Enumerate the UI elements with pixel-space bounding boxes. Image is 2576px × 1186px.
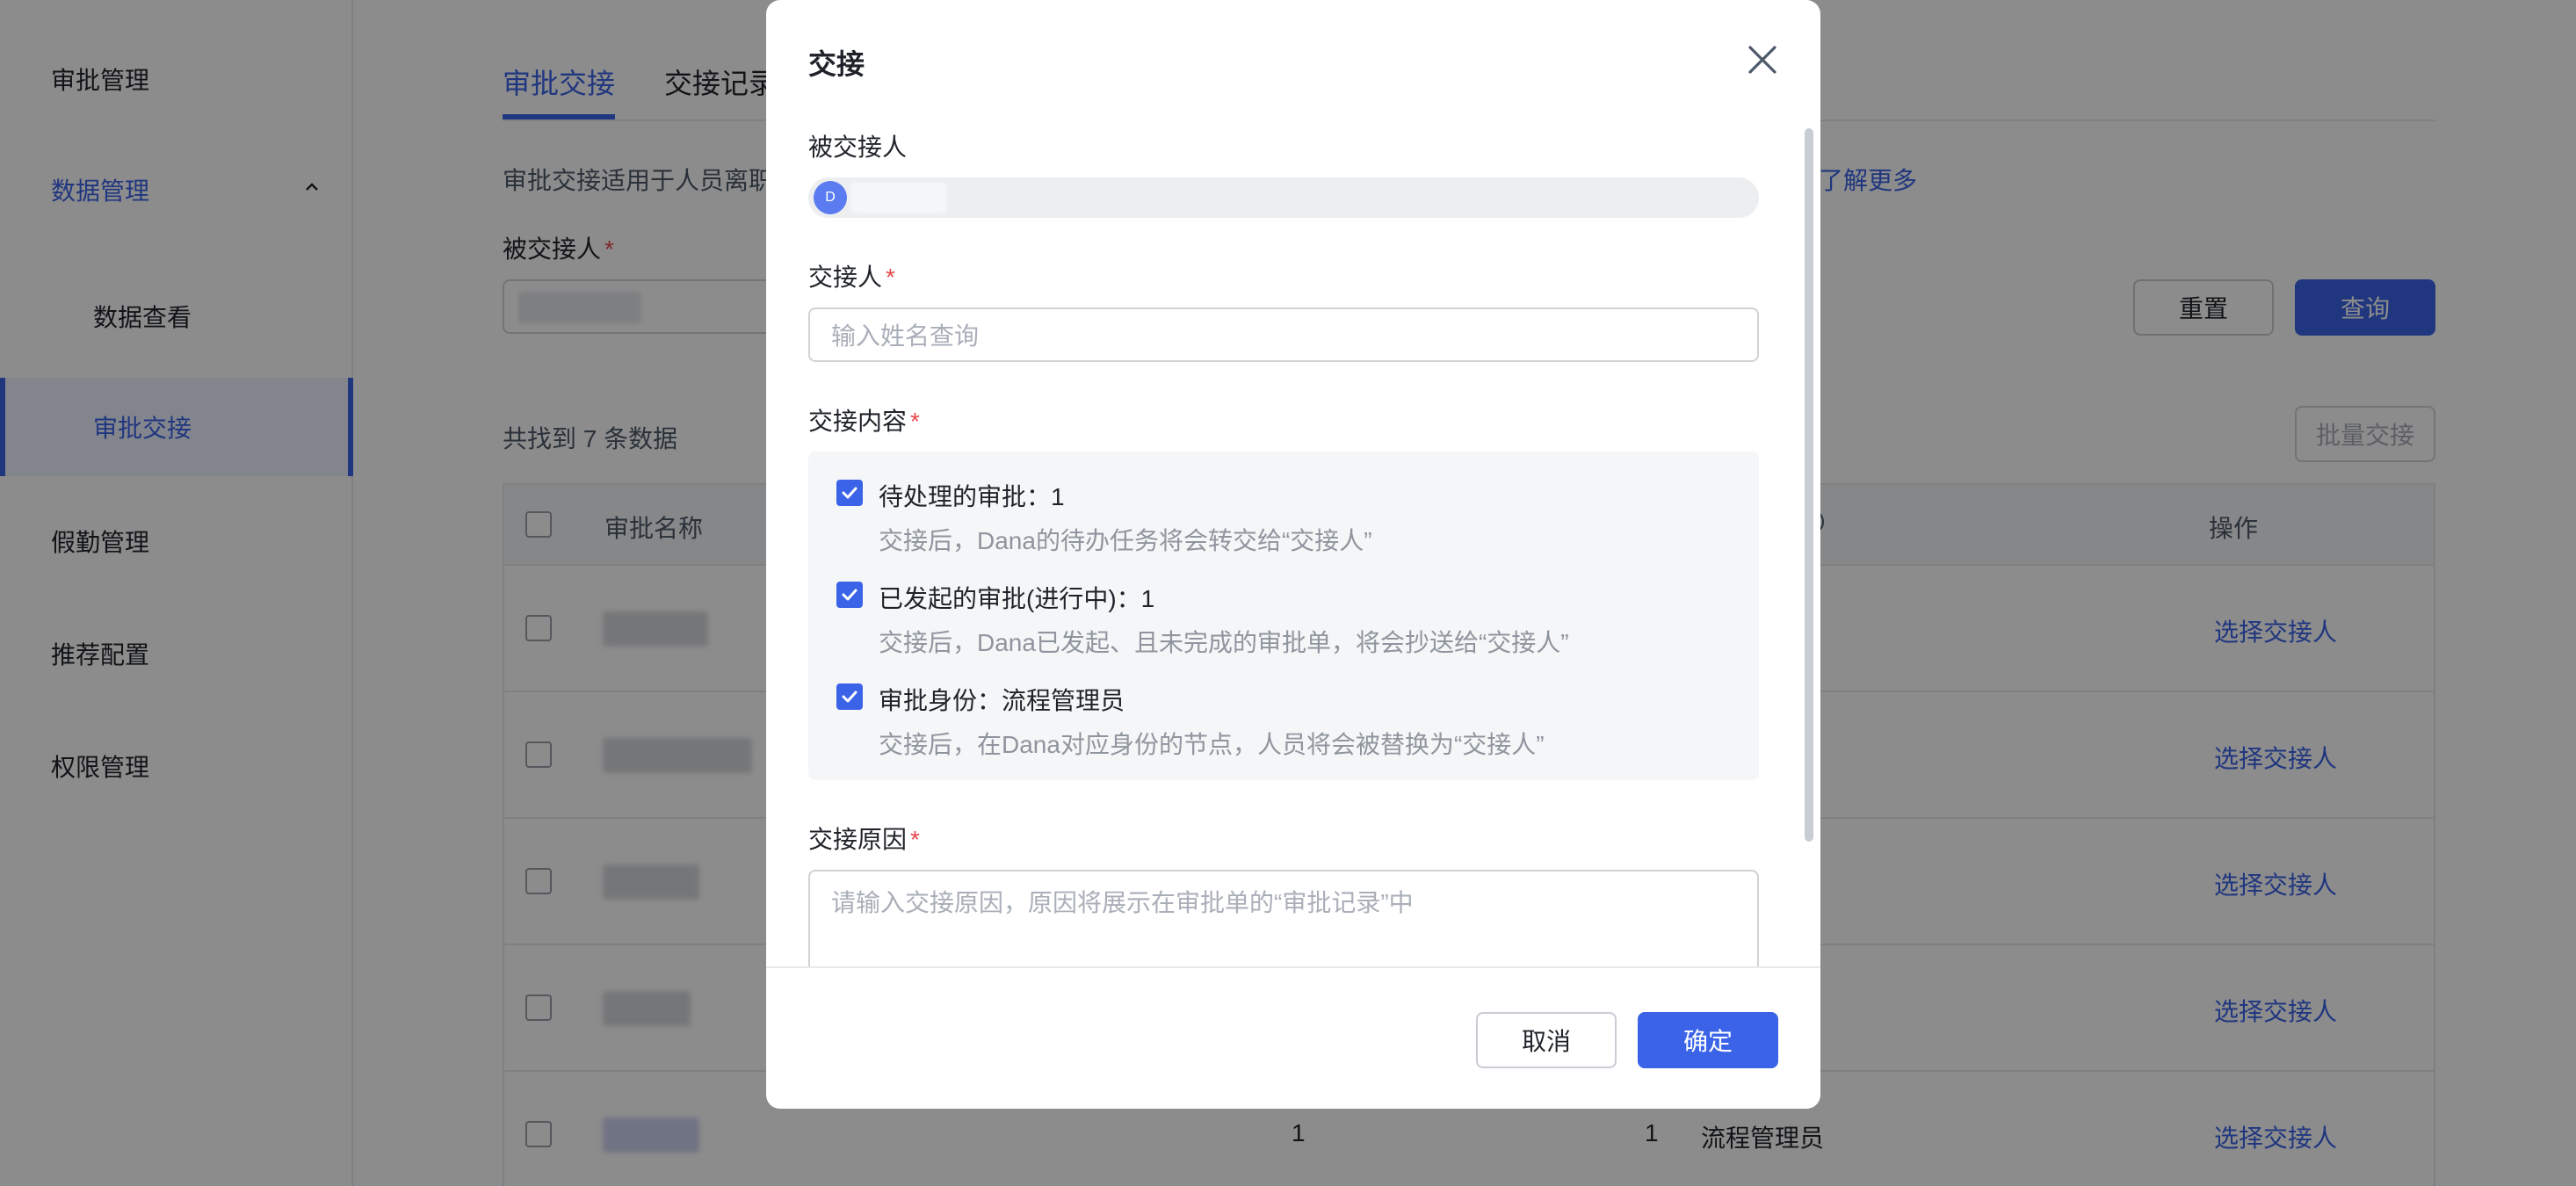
modal-footer: 取消 确定 [766, 966, 1820, 1109]
pending-approval-label: 待处理的审批：1 [879, 483, 1065, 510]
check-icon [842, 589, 857, 601]
required-mark: * [910, 826, 920, 853]
initiated-approval-desc: 交接后，Dana已发起、且未完成的审批单，将会抄送给“交接人” [879, 629, 1569, 656]
handover-from-value: D [808, 177, 1759, 218]
check-icon [842, 487, 857, 499]
field-label-text: 交接人 [808, 264, 883, 291]
handover-from-label: 被交接人 [808, 134, 908, 161]
modal-title: 交接 [808, 48, 865, 80]
avatar: D [814, 181, 847, 214]
confirm-button[interactable]: 确定 [1638, 1012, 1778, 1068]
initiated-approval-label: 已发起的审批(进行中)：1 [879, 585, 1155, 612]
check-icon [842, 691, 857, 703]
close-icon[interactable] [1741, 39, 1784, 81]
required-mark: * [910, 408, 920, 435]
handover-content-label: 交接内容 * [808, 402, 920, 438]
approval-role-label: 审批身份：流程管理员 [879, 687, 1125, 714]
handover-to-label: 交接人 * [808, 258, 895, 293]
initiated-approval-checkbox[interactable] [836, 582, 863, 608]
handover-modal: 交接 被交接人 D 交接人 * 输入姓名查询 交接内容 * 待处理的审批：1 交接后… [766, 0, 1820, 1109]
pending-approval-desc: 交接后，Dana的待办任务将会转交给“交接人” [879, 527, 1372, 554]
blurred-user-name [850, 183, 947, 213]
pending-approval-checkbox[interactable] [836, 480, 863, 506]
handover-reason-label: 交接原因 * [808, 821, 920, 856]
cancel-button[interactable]: 取消 [1476, 1012, 1617, 1068]
approval-role-checkbox[interactable] [836, 683, 863, 710]
field-label-text: 交接原因 [808, 826, 908, 853]
required-mark: * [886, 264, 895, 291]
input-placeholder: 输入姓名查询 [831, 322, 980, 350]
handover-to-search-input[interactable]: 输入姓名查询 [808, 307, 1759, 362]
textarea-placeholder: 请输入交接原因，原因将展示在审批单的“审批记录”中 [831, 889, 1414, 916]
modal-scrollbar[interactable] [1805, 128, 1813, 842]
field-label-text: 交接内容 [808, 408, 908, 435]
handover-content-box: 待处理的审批：1 交接后，Dana的待办任务将会转交给“交接人” 已发起的审批(… [808, 452, 1759, 780]
approval-role-desc: 交接后，在Dana对应身份的节点，人员将会被替换为“交接人” [879, 731, 1545, 758]
